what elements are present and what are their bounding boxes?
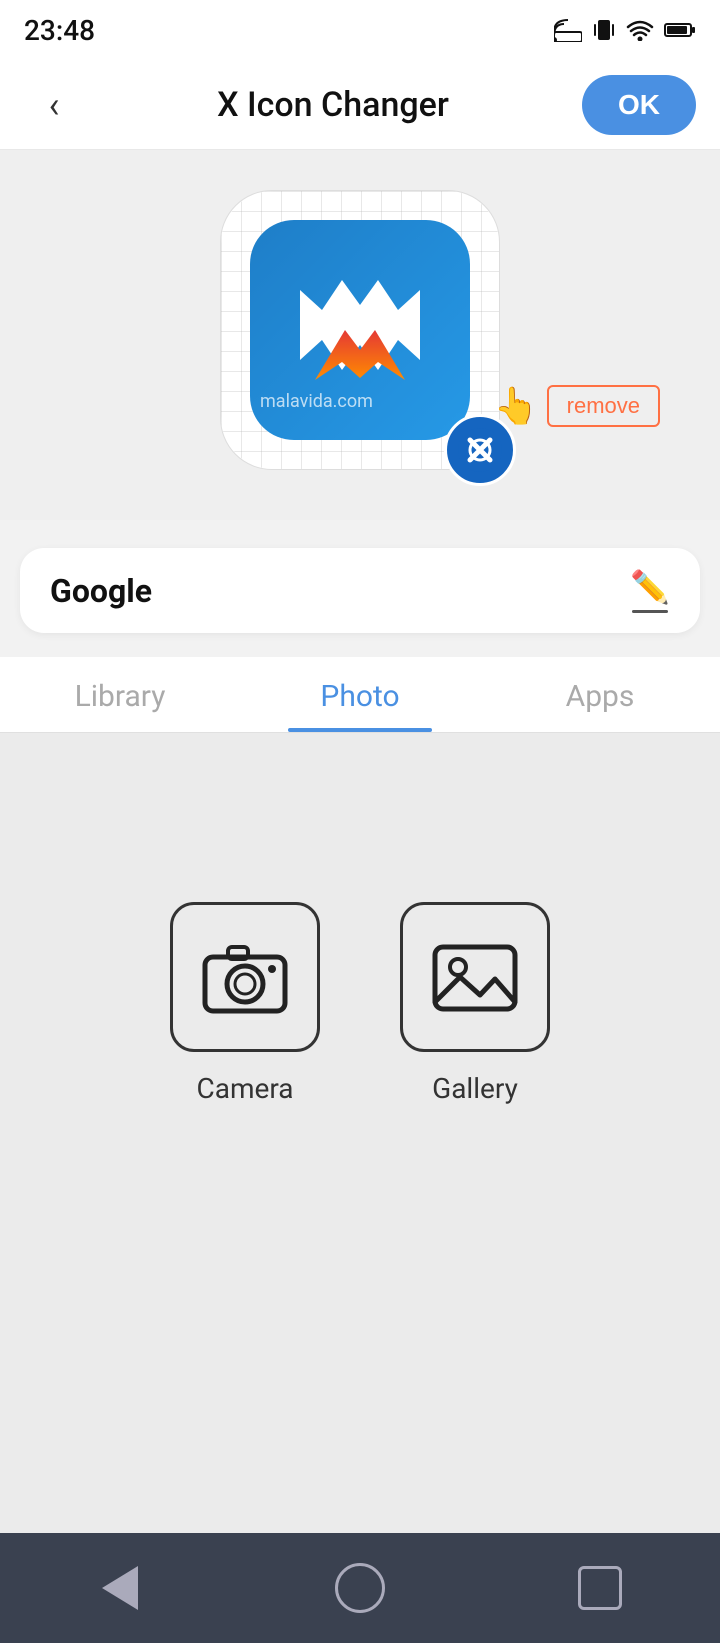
icon-container: malavida.com	[220, 190, 500, 470]
camera-icon-box	[170, 902, 320, 1052]
photo-content: Camera Gallery	[0, 733, 720, 1233]
status-time: 23:48	[24, 14, 95, 47]
nav-bar	[0, 1533, 720, 1643]
status-icons	[554, 16, 696, 44]
vibrate-icon	[592, 16, 616, 44]
tab-library[interactable]: Library	[0, 657, 240, 732]
tab-apps[interactable]: Apps	[480, 657, 720, 732]
wifi-icon	[626, 19, 654, 41]
x-badge-icon	[458, 428, 502, 472]
app-icon: malavida.com	[250, 220, 470, 440]
watermark-text: malavida.com	[260, 391, 373, 412]
ok-button[interactable]: OK	[582, 75, 696, 135]
nav-recents-icon	[578, 1566, 622, 1610]
camera-label: Camera	[196, 1072, 293, 1105]
pencil-icon: ✏️	[630, 568, 670, 606]
back-button[interactable]: ‹	[24, 84, 84, 126]
remove-hint: 👆 remove	[494, 385, 660, 427]
nav-back-icon	[102, 1566, 138, 1610]
top-bar: ‹ X Icon Changer OK	[0, 60, 720, 150]
page-title: X Icon Changer	[84, 85, 582, 125]
edit-name-button[interactable]: ✏️	[630, 568, 670, 613]
battery-icon	[664, 21, 696, 39]
m-shield-icon	[280, 250, 440, 410]
nav-back-button[interactable]	[80, 1548, 160, 1628]
gallery-option[interactable]: Gallery	[400, 902, 550, 1105]
app-name-text: Google	[50, 572, 152, 610]
gallery-icon	[430, 932, 520, 1022]
icon-preview-area: malavida.com 👆 remove	[0, 150, 720, 520]
status-bar: 23:48	[0, 0, 720, 60]
x-badge	[444, 414, 516, 486]
nav-home-button[interactable]	[320, 1548, 400, 1628]
camera-option[interactable]: Camera	[170, 902, 320, 1105]
remove-button[interactable]: remove	[547, 385, 660, 427]
edit-underline	[632, 610, 668, 613]
gallery-icon-box	[400, 902, 550, 1052]
bottom-space	[0, 1233, 720, 1533]
app-name-bar: Google ✏️	[20, 548, 700, 633]
tab-photo[interactable]: Photo	[240, 657, 480, 732]
gallery-label: Gallery	[432, 1072, 518, 1105]
cast-icon	[554, 18, 582, 42]
camera-icon	[200, 932, 290, 1022]
tabs-area: Library Photo Apps	[0, 657, 720, 733]
nav-home-icon	[335, 1563, 385, 1613]
nav-recents-button[interactable]	[560, 1548, 640, 1628]
